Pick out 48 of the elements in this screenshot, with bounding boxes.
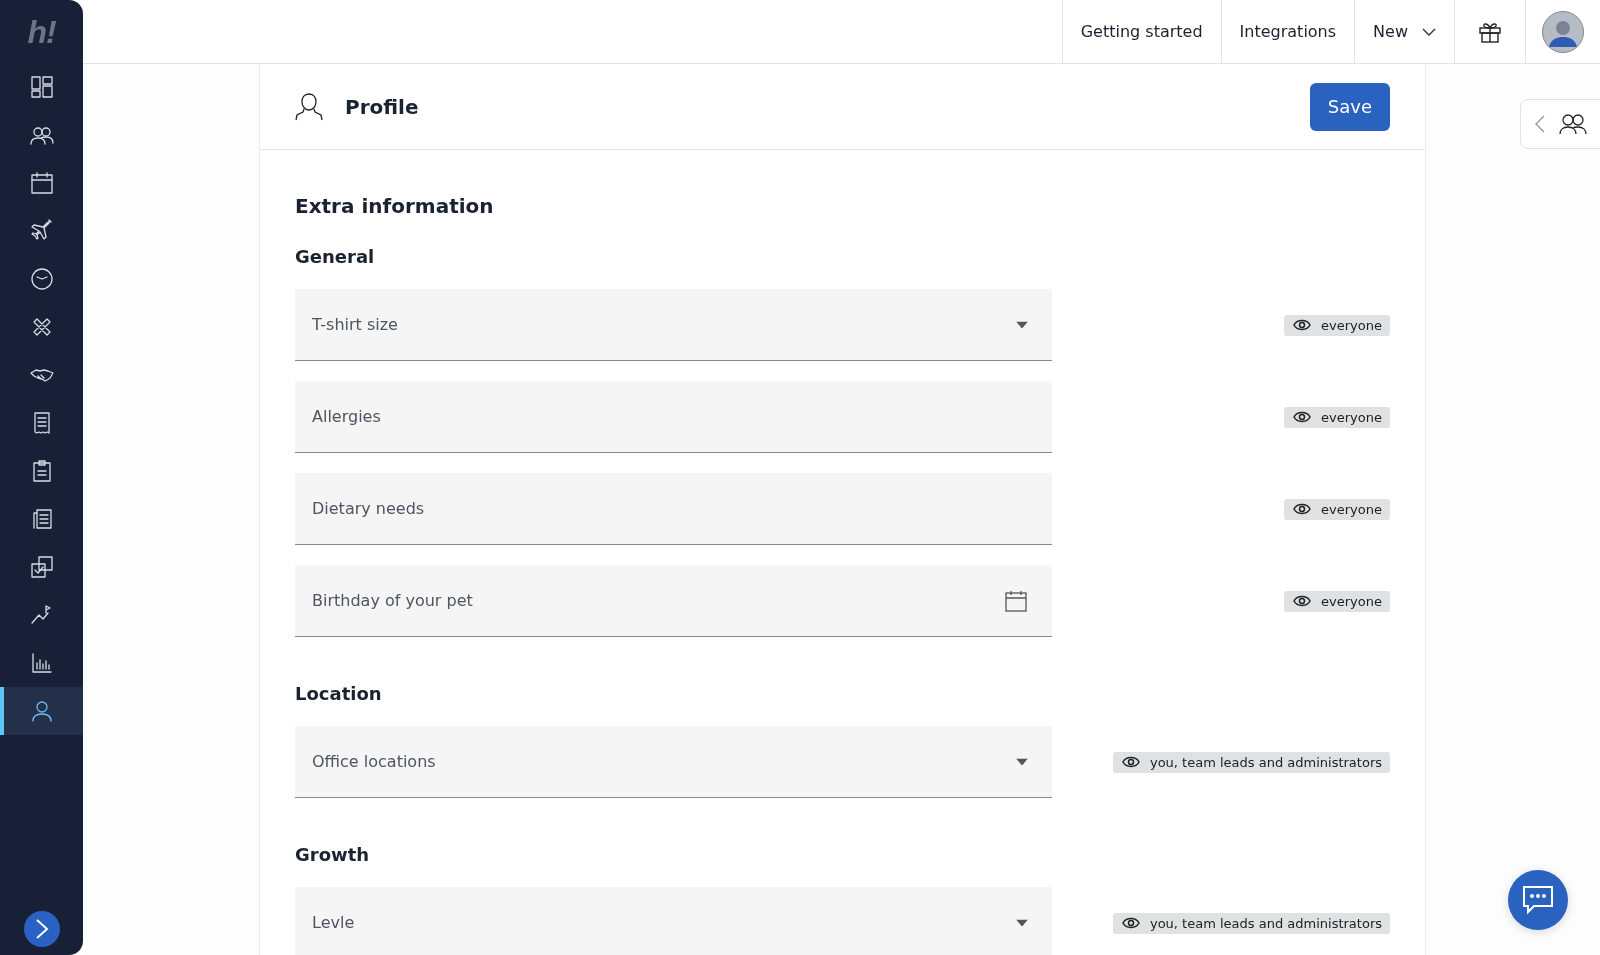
eye-icon: [1293, 595, 1312, 607]
visibility-label: everyone: [1321, 593, 1382, 609]
avatar[interactable]: [1542, 10, 1584, 53]
expand-button[interactable]: [23, 911, 60, 947]
visibility-label: everyone: [1321, 409, 1382, 425]
dropdown-arrow-icon: [1016, 321, 1028, 329]
visibility-label: you, team leads and administrators: [1149, 754, 1382, 770]
calendar-icon: [1004, 589, 1028, 613]
chevron-right-icon: [34, 918, 49, 940]
sidebar-item[interactable]: [0, 687, 83, 735]
eye-icon: [1293, 319, 1312, 331]
person-icon: [295, 91, 323, 122]
section-heading: Extra information: [295, 194, 495, 218]
eye-icon: [1121, 756, 1140, 768]
eye-icon: [1121, 917, 1140, 929]
page-title: Profile: [345, 94, 419, 119]
visibility-label: everyone: [1321, 317, 1382, 333]
select-field[interactable]: Office locations: [295, 726, 1052, 798]
bar-chart-icon: [29, 651, 54, 675]
group-heading: Growth: [295, 844, 371, 865]
group-heading: Location: [295, 683, 383, 704]
eye-icon: [1293, 503, 1312, 515]
dashboard-icon: [29, 75, 54, 99]
checkbox-icon: [29, 555, 54, 579]
top-link[interactable]: Getting started: [1061, 0, 1221, 63]
select-field[interactable]: Levle: [295, 887, 1052, 955]
new-menu-button[interactable]: New: [1354, 0, 1454, 63]
top-link[interactable]: Integrations: [1220, 0, 1355, 63]
input-field[interactable]: Allergies: [295, 381, 1052, 453]
calendar-icon: [29, 171, 54, 195]
save-button[interactable]: Save: [1309, 82, 1390, 131]
select-field[interactable]: T-shirt size: [295, 289, 1052, 361]
chevron-down-icon: [1422, 27, 1436, 36]
date-field[interactable]: Birthday of your pet: [295, 565, 1052, 637]
group-heading: General: [295, 246, 376, 267]
people-panel-toggle[interactable]: [1520, 99, 1600, 149]
people-icon: [1559, 113, 1587, 135]
dropdown-arrow-icon: [1016, 919, 1028, 927]
chevron-left-icon: [1535, 115, 1545, 133]
dropdown-arrow-icon: [1016, 758, 1028, 766]
chat-button[interactable]: [1508, 870, 1568, 930]
clock-icon: [29, 267, 54, 291]
input-field[interactable]: Dietary needs: [295, 473, 1052, 545]
person-icon: [29, 699, 54, 723]
visibility-label: you, team leads and administrators: [1149, 915, 1382, 931]
visibility-label: everyone: [1321, 501, 1382, 517]
eye-icon: [1293, 411, 1312, 423]
chat-icon: [1522, 885, 1554, 915]
